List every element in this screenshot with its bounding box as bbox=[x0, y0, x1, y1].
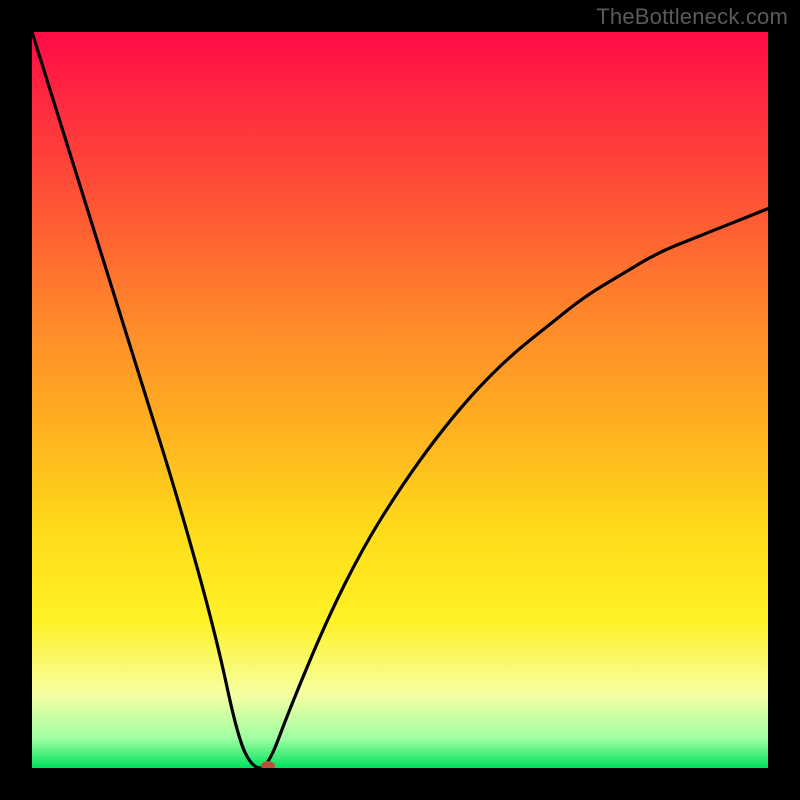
watermark-text: TheBottleneck.com bbox=[596, 4, 788, 30]
chart-frame: TheBottleneck.com bbox=[0, 0, 800, 800]
optimum-marker bbox=[261, 761, 275, 768]
plot-area bbox=[32, 32, 768, 768]
bottleneck-curve bbox=[32, 32, 768, 768]
